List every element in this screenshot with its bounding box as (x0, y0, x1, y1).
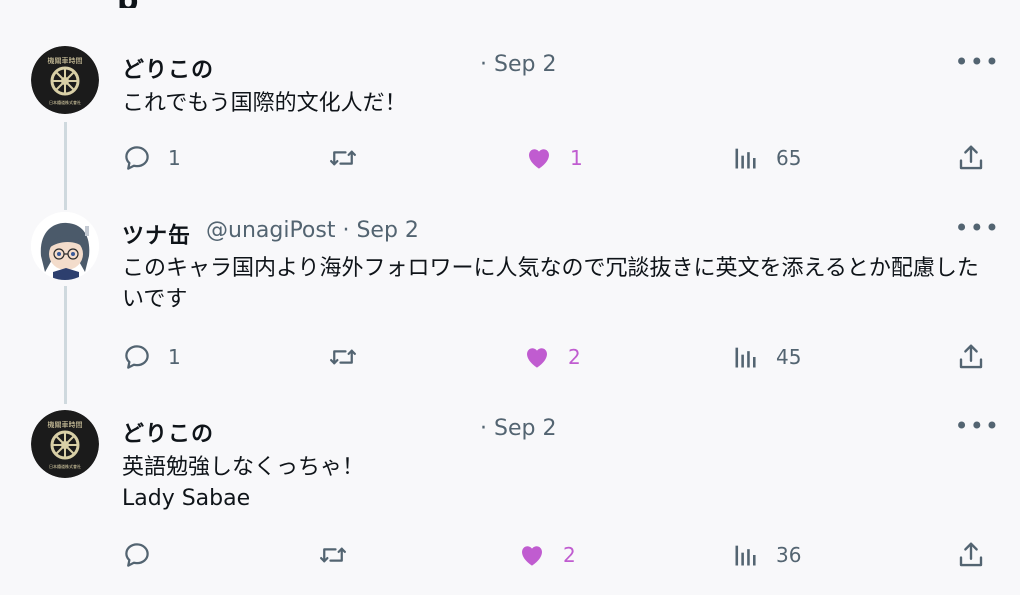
avatar[interactable]: 機關車時間 日本鐵道株式會社 (31, 410, 99, 478)
views-count: 65 (776, 146, 802, 170)
views-icon (735, 148, 756, 169)
more-icon[interactable]: ••• (955, 214, 1000, 242)
reply-icon (125, 146, 149, 170)
share-button[interactable] (956, 138, 986, 178)
tweet-actions: 1 1 65 (0, 138, 1020, 178)
share-icon (959, 344, 983, 369)
like-icon (526, 348, 548, 368)
share-icon (959, 145, 983, 170)
views-button[interactable]: 65 (732, 138, 801, 178)
tweet-text: 英語勉強しなくっちゃ！ Lady Sabae (122, 455, 365, 511)
like-icon (521, 546, 543, 566)
like-button[interactable]: 2 (517, 535, 576, 575)
tweet-date[interactable]: · Sep 2 (480, 416, 556, 441)
reply-button[interactable]: 1 (122, 337, 181, 377)
views-count: 36 (776, 543, 802, 567)
avatar[interactable] (31, 212, 99, 280)
retweet-button[interactable] (328, 337, 374, 377)
views-icon (735, 545, 756, 566)
like-count: 1 (570, 146, 583, 170)
share-icon (959, 542, 983, 567)
reply-button[interactable] (122, 535, 168, 575)
share-button[interactable] (956, 535, 986, 575)
like-count: 2 (568, 345, 581, 369)
retweet-icon (330, 349, 356, 365)
wheel-logo-icon: 機關車時間 日本鐵道株式會社 (31, 46, 99, 114)
reply-icon (125, 543, 149, 567)
more-icon[interactable]: ••• (955, 48, 1000, 76)
reply-count: 1 (168, 146, 181, 170)
tweet-text: これでもう国際的文化人だ！ (122, 91, 407, 116)
views-icon (735, 347, 756, 368)
views-count: 45 (776, 345, 802, 369)
user-handle-and-date[interactable]: @unagiPost · Sep 2 (206, 218, 419, 243)
display-name[interactable]: ツナ缶 (122, 218, 191, 250)
display-name[interactable]: どりこの (122, 416, 214, 448)
retweet-button[interactable] (318, 535, 364, 575)
views-button[interactable]: 36 (732, 535, 801, 575)
svg-text:日本鐵道株式會社: 日本鐵道株式會社 (49, 99, 81, 105)
tweet-header: どりこの · Sep 2 ••• (122, 412, 1000, 452)
wheel-logo-icon: 機關車時間 日本鐵道株式會社 (31, 410, 99, 478)
like-button[interactable]: 1 (524, 138, 583, 178)
reply-count: 1 (168, 345, 181, 369)
more-icon[interactable]: ••• (955, 412, 1000, 440)
retweet-icon (320, 547, 346, 563)
svg-text:日本鐵道株式會社: 日本鐵道株式會社 (49, 463, 81, 469)
svg-text:機關車時間: 機關車時間 (48, 56, 83, 65)
retweet-button[interactable] (328, 138, 374, 178)
display-name[interactable]: どりこの (122, 52, 214, 84)
views-button[interactable]: 45 (732, 337, 801, 377)
reply-button[interactable]: 1 (122, 138, 181, 178)
like-icon (528, 149, 550, 169)
tweet-header: ツナ缶 @unagiPost · Sep 2 ••• (122, 214, 1000, 254)
tweet-actions: 2 36 (0, 535, 1020, 575)
tweet-text: このキャラ国内より海外フォロワーに人気なので冗談抜きに英文を添えるとか配慮したい… (122, 256, 979, 312)
tweet-actions: 1 2 45 (0, 337, 1020, 377)
svg-text:機關車時間: 機關車時間 (48, 420, 83, 429)
previous-tweet-text-fragment: p (117, 0, 177, 8)
like-button[interactable]: 2 (522, 337, 581, 377)
avatar[interactable]: 機關車時間 日本鐵道株式會社 (31, 46, 99, 114)
retweet-icon (330, 150, 356, 166)
anime-character-avatar-icon (31, 212, 99, 280)
reply-icon (125, 345, 149, 369)
tweet-header: どりこの · Sep 2 ••• (122, 48, 1000, 88)
like-count: 2 (563, 543, 576, 567)
tweet-date[interactable]: · Sep 2 (480, 52, 556, 77)
share-button[interactable] (956, 337, 986, 377)
